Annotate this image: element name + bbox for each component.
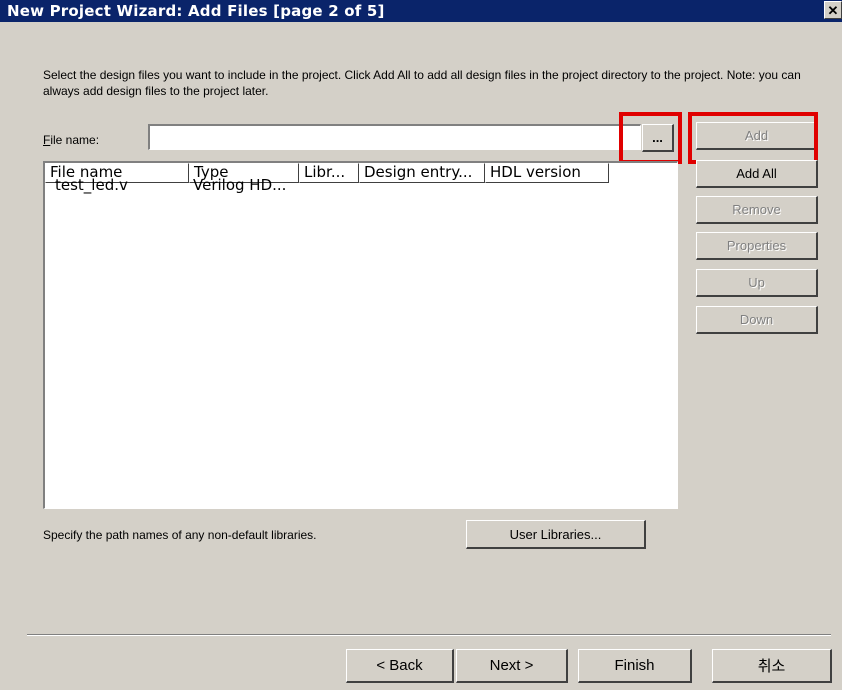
file-name-label-text: ile name: bbox=[50, 133, 100, 147]
close-icon: ✕ bbox=[827, 2, 839, 18]
cancel-button[interactable]: 취소 bbox=[712, 649, 832, 683]
window-title: New Project Wizard: Add Files [page 2 of… bbox=[7, 2, 385, 20]
libraries-hint: Specify the path names of any non-defaul… bbox=[43, 528, 317, 542]
row-type: Verilog HD... bbox=[193, 176, 287, 194]
column-header-hdl-version[interactable]: HDL version bbox=[485, 163, 609, 183]
title-bar: New Project Wizard: Add Files [page 2 of… bbox=[0, 0, 842, 22]
file-name-label: File name: bbox=[43, 133, 99, 147]
file-name-input[interactable] bbox=[148, 124, 641, 150]
up-button[interactable]: Up bbox=[696, 269, 818, 297]
add-all-button[interactable]: Add All bbox=[696, 160, 818, 188]
column-header-design-entry[interactable]: Design entry... bbox=[359, 163, 485, 183]
file-list-header: File name Type Libr... Design entry... H… bbox=[45, 163, 677, 183]
separator-highlight bbox=[27, 635, 831, 636]
properties-button[interactable]: Properties bbox=[696, 232, 818, 260]
add-button[interactable]: Add bbox=[696, 122, 818, 150]
close-button[interactable]: ✕ bbox=[824, 1, 842, 19]
back-button[interactable]: < Back bbox=[346, 649, 454, 683]
next-button[interactable]: Next > bbox=[456, 649, 568, 683]
user-libraries-button[interactable]: User Libraries... bbox=[466, 520, 646, 549]
finish-button[interactable]: Finish bbox=[578, 649, 692, 683]
down-button[interactable]: Down bbox=[696, 306, 818, 334]
browse-button[interactable]: ... bbox=[642, 124, 674, 152]
file-list[interactable]: File name Type Libr... Design entry... H… bbox=[43, 161, 678, 509]
row-file-name: test_led.v bbox=[55, 176, 128, 194]
column-header-library[interactable]: Libr... bbox=[299, 163, 359, 183]
instructions-text: Select the design files you want to incl… bbox=[43, 68, 801, 98]
remove-button[interactable]: Remove bbox=[696, 196, 818, 224]
